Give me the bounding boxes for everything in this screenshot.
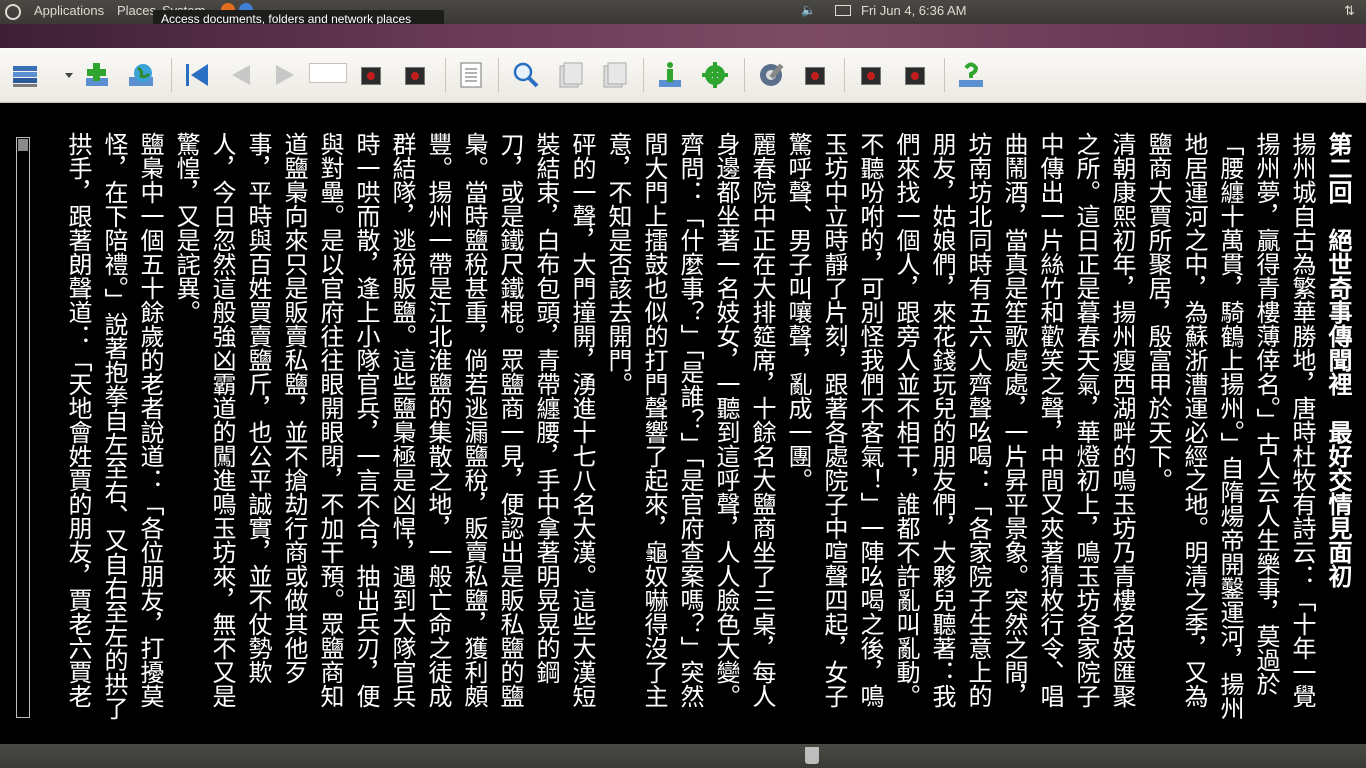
- info-icon[interactable]: [655, 60, 685, 90]
- stop-icon[interactable]: [361, 67, 381, 85]
- stop-icon[interactable]: [805, 67, 825, 85]
- stop-icon[interactable]: [861, 67, 881, 85]
- prev-page-icon: [226, 60, 256, 90]
- mail-icon[interactable]: [835, 5, 851, 16]
- copy-icon: [600, 60, 630, 90]
- scroll-thumb[interactable]: [18, 139, 28, 151]
- paragraph: 清朝康熙初年，揚州瘦西湖畔的鳴玉坊乃青樓名妓匯聚之所。這日正是暮春天氣，華燈初上…: [784, 132, 1136, 708]
- trash-icon[interactable]: [805, 747, 819, 764]
- paragraph: 揚州城自古為繁華勝地，唐時杜牧有詩云：「十年一覺揚州夢，贏得青樓薄倖名。」古人云…: [1144, 132, 1316, 720]
- paragraph: 砰的一聲，大門撞開，湧進十七八名大漢。這些大漢短裝結束，白布包頭，青帶纏腰，手中…: [172, 132, 596, 708]
- ubuntu-logo-icon[interactable]: [5, 4, 21, 20]
- first-page-icon[interactable]: [182, 60, 212, 90]
- book-text: 第二回 絕世奇事傳聞裡 最好交情見面初 揚州城自古為繁華勝地，唐時杜牧有詩云：「…: [40, 132, 1356, 728]
- applications-menu[interactable]: Applications: [34, 3, 104, 18]
- library-icon[interactable]: [10, 60, 40, 90]
- clock[interactable]: Fri Jun 4, 6:36 AM: [861, 3, 967, 18]
- reader-toolbar: [0, 48, 1366, 103]
- network-icon[interactable]: ⇅: [1344, 3, 1355, 19]
- page-number-input[interactable]: [309, 63, 347, 83]
- places-menu[interactable]: Places: [117, 3, 156, 18]
- stop-icon[interactable]: [905, 67, 925, 85]
- window-titlebar: [0, 24, 1366, 48]
- gear-tool-icon[interactable]: [756, 60, 786, 90]
- reader-scrollbar[interactable]: [16, 137, 30, 718]
- settings-icon[interactable]: [700, 60, 730, 90]
- globe-icon[interactable]: [126, 60, 156, 90]
- document-icon[interactable]: [456, 60, 486, 90]
- chevron-down-icon[interactable]: [54, 60, 73, 90]
- copy-icon: [556, 60, 586, 90]
- paragraph: 鹽梟中一個五十餘歲的老者說道：「各位朋友，打擾莫怪，在下陪禮。」說著抱拳自左至右…: [64, 132, 164, 720]
- stop-icon[interactable]: [405, 67, 425, 85]
- chapter-title: 第二回 絕世奇事傳聞裡 最好交情見面初: [1324, 132, 1352, 588]
- find-icon[interactable]: [510, 60, 540, 90]
- bottom-panel: [0, 744, 1366, 768]
- add-book-icon[interactable]: [82, 60, 112, 90]
- volume-icon[interactable]: 🔈: [801, 3, 816, 17]
- paragraph: 麗春院中正在大排筵席，十餘名大鹽商坐了三桌，每人身邊都坐著一名妓女，一聽到這呼聲…: [604, 132, 776, 708]
- help-icon[interactable]: [956, 60, 986, 90]
- next-page-icon: [270, 60, 300, 90]
